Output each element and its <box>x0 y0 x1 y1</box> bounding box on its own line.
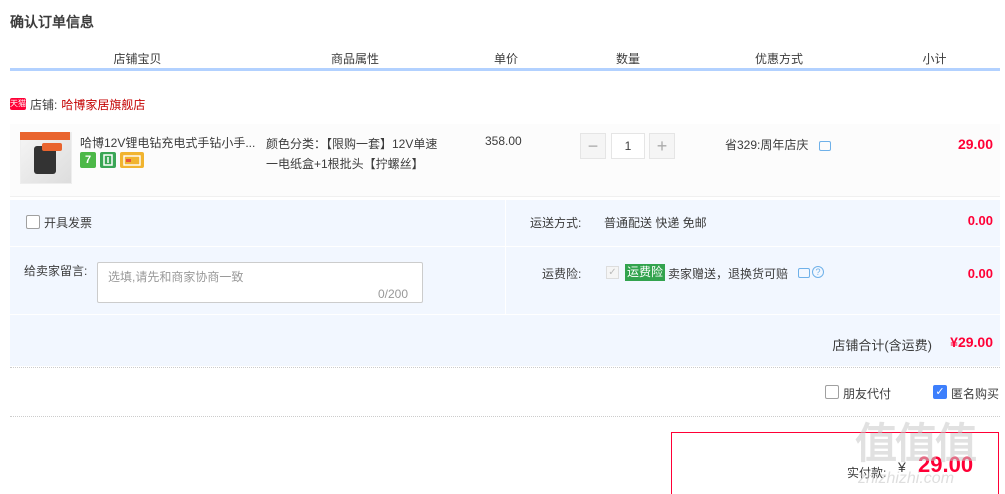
invoice-checkbox[interactable] <box>26 215 40 229</box>
invoice-label: 开具发票 <box>44 216 93 230</box>
watermark-logo: 值值值 <box>855 420 977 467</box>
attribute-line: 颜色分类：【限购一套】12V单速 <box>266 137 438 151</box>
shipping-method-label: 运送方式: <box>530 216 582 230</box>
panel-divider <box>505 200 506 314</box>
help-question-icon[interactable]: ? <box>812 266 824 278</box>
column-header-subtotal: 小计 <box>922 52 947 66</box>
seven-day-return-icon[interactable]: 7 <box>80 152 96 168</box>
product-attributes: 颜色分类：【限购一套】12V单速 一电纸盒+1根批头【拧螺丝】 <box>266 134 456 174</box>
message-placeholder: 选填,请先和商家协商一致 <box>108 270 244 284</box>
shop-label: 店铺: <box>30 97 58 112</box>
column-header-quantity: 数量 <box>615 52 640 66</box>
quantity-decrease-button[interactable]: − <box>580 133 606 159</box>
column-header-price: 单价 <box>493 52 518 66</box>
watermark-site: zhizhizhi.com <box>858 470 955 487</box>
product-name-link[interactable]: 哈博12V锂电钻充电式手钻小手... <box>80 134 262 151</box>
drill-image-head <box>42 143 62 151</box>
guarantee-icon[interactable] <box>100 152 116 168</box>
column-header-attributes: 商品属性 <box>330 52 379 66</box>
shop-name-link[interactable]: 哈博家居旗舰店 <box>61 96 145 113</box>
shop-row: 天猫 店铺: 哈博家居旗舰店 <box>10 96 145 112</box>
promotion-text: 省329:周年店庆 <box>725 138 809 152</box>
message-char-count: 0/200 <box>378 287 409 301</box>
panel-divider <box>10 246 1000 247</box>
credit-card-icon[interactable] <box>120 152 144 168</box>
thumbnail-banner <box>20 132 70 140</box>
promotion-chat-icon[interactable] <box>819 141 831 151</box>
friend-pay-checkbox[interactable] <box>825 385 839 399</box>
attribute-line: 一电纸盒+1根批头【拧螺丝】 <box>266 157 424 171</box>
message-label: 给卖家留言: <box>24 264 88 278</box>
item-subtotal: 29.00 <box>957 136 993 152</box>
anonymous-purchase-label: 匿名购买 <box>951 387 1000 401</box>
shop-total-value: ¥29.00 <box>950 334 993 350</box>
insurance-fee: 0.00 <box>967 266 993 281</box>
header-divider <box>10 68 1000 71</box>
unit-price: 358.00 <box>485 134 522 148</box>
insurance-label: 运费险: <box>542 267 582 281</box>
insurance-text: 卖家赠送，退换货可赔 <box>668 267 789 281</box>
tmall-icon: 天猫 <box>10 98 26 110</box>
page-title: 确认订单信息 <box>10 14 94 30</box>
divider <box>10 416 1000 417</box>
divider <box>10 367 1000 368</box>
shipping-method-value: 普通配送 快递 免邮 <box>604 216 707 230</box>
insurance-badge: 运费险 <box>625 264 666 281</box>
column-header-item: 店铺宝贝 <box>113 52 162 66</box>
anonymous-purchase-checkbox[interactable]: ✓ <box>933 385 947 399</box>
quantity-input[interactable]: 1 <box>611 133 645 159</box>
insurance-chat-icon[interactable] <box>798 268 810 278</box>
quantity-increase-button[interactable]: + <box>649 133 675 159</box>
insurance-checkbox: ✓ <box>606 266 619 279</box>
column-header-promotion: 优惠方式 <box>754 52 803 66</box>
friend-pay-label: 朋友代付 <box>843 387 892 401</box>
shop-total-label: 店铺合计(含运费) <box>832 338 932 353</box>
shipping-fee: 0.00 <box>967 213 993 228</box>
panel-divider <box>10 314 1000 315</box>
